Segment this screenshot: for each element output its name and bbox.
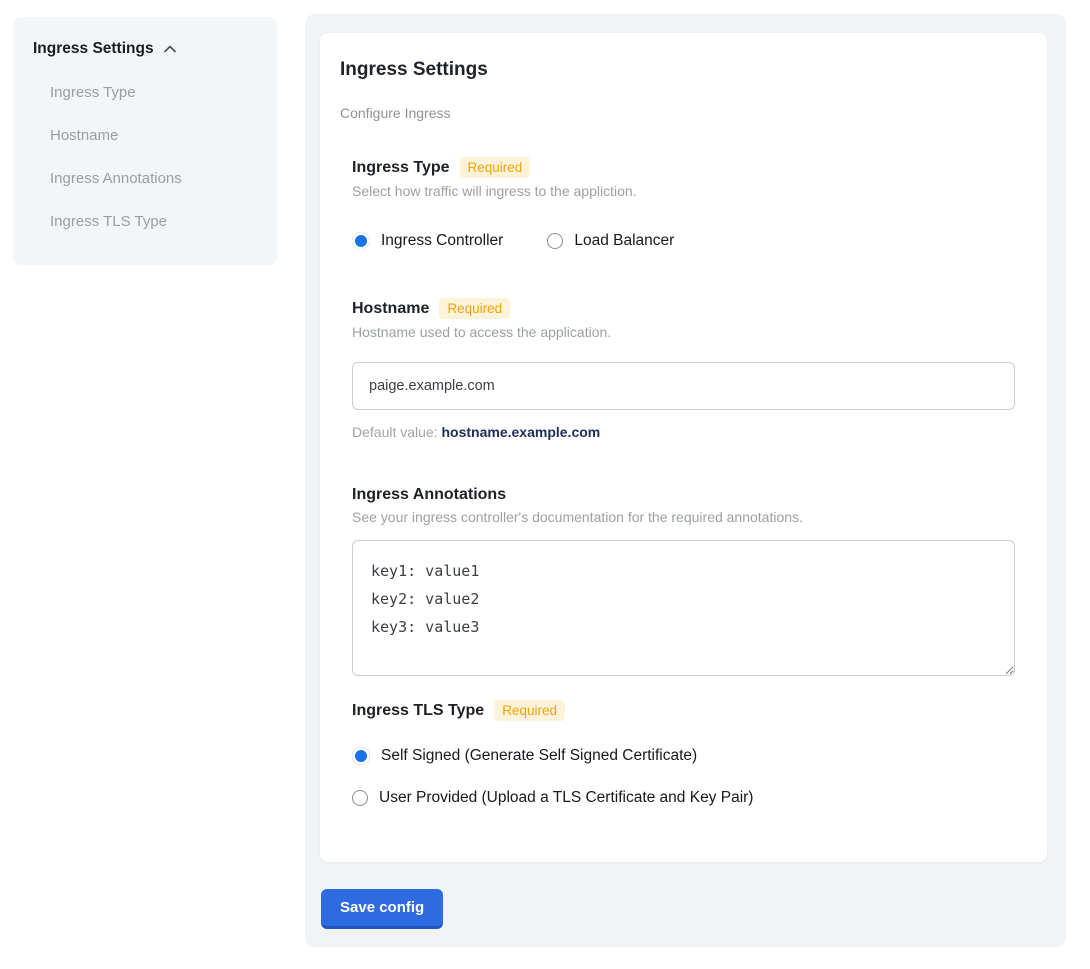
ingress-type-radio-group: Ingress Controller Load Balancer: [352, 232, 1015, 250]
hostname-label: Hostname: [352, 300, 429, 318]
hostname-help: Hostname used to access the application.: [352, 324, 1015, 340]
ingress-tls-type-label: Ingress TLS Type: [352, 702, 484, 720]
radio-ingress-controller-label: Ingress Controller: [381, 232, 503, 250]
ingress-type-help: Select how traffic will ingress to the a…: [352, 183, 1015, 199]
required-badge: Required: [460, 157, 531, 178]
sidebar-items: Ingress Type Hostname Ingress Annotation…: [50, 84, 257, 230]
chevron-up-icon: [162, 41, 178, 57]
ingress-settings-card: Ingress Settings Configure Ingress Ingre…: [320, 33, 1047, 862]
radio-self-signed-label: Self Signed (Generate Self Signed Certif…: [381, 747, 697, 765]
radio-selected-icon[interactable]: [352, 747, 370, 765]
sidebar-item-ingress-annotations[interactable]: Ingress Annotations: [50, 170, 257, 187]
settings-sidebar: Ingress Settings Ingress Type Hostname I…: [13, 17, 277, 265]
radio-selected-icon[interactable]: [352, 232, 370, 250]
required-badge: Required: [494, 700, 565, 721]
page-title: Ingress Settings: [340, 59, 1027, 81]
radio-load-balancer[interactable]: Load Balancer: [547, 232, 674, 250]
hostname-default-line: Default value: hostname.example.com: [352, 424, 1015, 440]
ingress-type-label: Ingress Type: [352, 159, 450, 177]
ingress-annotations-help: See your ingress controller's documentat…: [352, 509, 1015, 525]
page-subtitle: Configure Ingress: [340, 105, 1027, 121]
section-ingress-annotations: Ingress Annotations See your ingress con…: [352, 486, 1015, 681]
section-hostname: Hostname Required Hostname used to acces…: [352, 298, 1015, 440]
sidebar-group-label: Ingress Settings: [33, 40, 154, 58]
tls-radio-group: Self Signed (Generate Self Signed Certif…: [352, 747, 1015, 807]
form-sections: Ingress Type Required Select how traffic…: [352, 157, 1015, 807]
page-root: Ingress Settings Ingress Type Hostname I…: [0, 0, 1090, 969]
hostname-input[interactable]: [352, 362, 1015, 410]
radio-user-provided[interactable]: User Provided (Upload a TLS Certificate …: [352, 789, 1015, 807]
required-badge: Required: [439, 298, 510, 319]
radio-self-signed[interactable]: Self Signed (Generate Self Signed Certif…: [352, 747, 1015, 765]
radio-ingress-controller[interactable]: Ingress Controller: [352, 232, 503, 250]
save-config-button[interactable]: Save config: [321, 889, 443, 929]
section-ingress-tls-type: Ingress TLS Type Required Self Signed (G…: [352, 700, 1015, 807]
radio-load-balancer-label: Load Balancer: [574, 232, 674, 250]
ingress-annotations-label: Ingress Annotations: [352, 486, 506, 504]
default-value-prefix: Default value:: [352, 424, 442, 440]
radio-unselected-icon[interactable]: [547, 233, 563, 249]
ingress-annotations-textarea[interactable]: key1: value1 key2: value2 key3: value3: [352, 540, 1015, 676]
section-ingress-type: Ingress Type Required Select how traffic…: [352, 157, 1015, 250]
sidebar-item-ingress-type[interactable]: Ingress Type: [50, 84, 257, 101]
default-value-text: hostname.example.com: [442, 424, 601, 440]
main-panel: Ingress Settings Configure Ingress Ingre…: [305, 14, 1066, 947]
sidebar-group-ingress-settings[interactable]: Ingress Settings: [33, 40, 257, 58]
radio-user-provided-label: User Provided (Upload a TLS Certificate …: [379, 789, 753, 807]
sidebar-item-hostname[interactable]: Hostname: [50, 127, 257, 144]
radio-unselected-icon[interactable]: [352, 790, 368, 806]
sidebar-item-ingress-tls-type[interactable]: Ingress TLS Type: [50, 213, 257, 230]
